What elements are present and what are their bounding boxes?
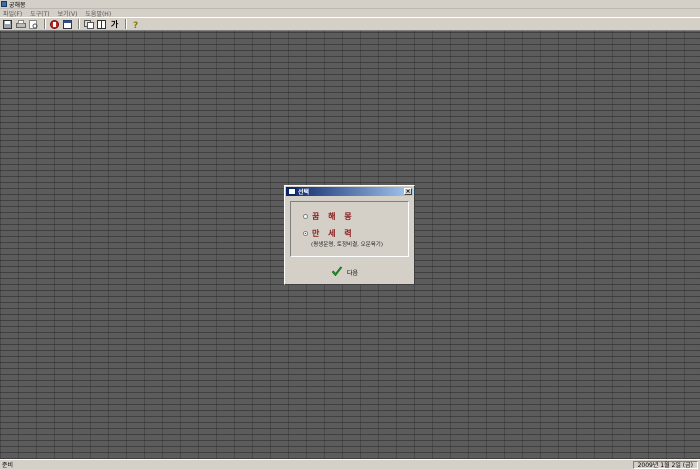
save-button[interactable] (2, 19, 13, 29)
stop-button[interactable] (49, 19, 60, 29)
window-title: 궁해몽 (9, 1, 26, 9)
next-label: 다음 (347, 269, 359, 277)
next-button[interactable]: 다음 (331, 266, 358, 278)
option-calendar-label: 만 세 력 (312, 229, 355, 238)
print-icon (15, 19, 26, 28)
preview-icon (29, 19, 38, 29)
select-dialog: 선택 × 꿈 해 몽 만 세 력 (평생운명, 토정비결, 오운육기) 다음 (284, 185, 415, 285)
font-button[interactable]: 가 (109, 19, 120, 29)
toolbar-separator (125, 19, 127, 29)
calendar-button[interactable] (62, 19, 73, 29)
help-button[interactable]: ? (130, 19, 141, 29)
checkmark-icon (331, 266, 343, 277)
menu-bar: 파일(F) 도구(T) 보기(V) 도움말(H) (0, 9, 700, 18)
dialog-icon (288, 188, 296, 195)
copy-icon (83, 19, 94, 29)
status-text: 준비 (2, 462, 14, 469)
toolbar-separator (44, 19, 46, 29)
dialog-title-bar: 선택 × (286, 187, 413, 196)
radio-dream-interpretation[interactable] (303, 214, 308, 219)
font-icon: 가 (110, 19, 119, 29)
option-calendar[interactable]: 만 세 력 (303, 228, 355, 239)
stop-icon (50, 19, 59, 29)
preview-button[interactable] (28, 19, 39, 29)
book-icon (97, 19, 106, 29)
save-icon (3, 19, 12, 29)
svg-text:?: ? (133, 21, 138, 29)
option-dream-interpretation[interactable]: 꿈 해 몽 (303, 211, 355, 222)
dialog-title: 선택 (298, 189, 310, 196)
toolbar-separator (78, 19, 80, 29)
option-calendar-description: (평생운명, 토정비결, 오운육기) (311, 242, 384, 248)
option-group: 꿈 해 몽 만 세 력 (평생운명, 토정비결, 오운육기) (290, 201, 409, 257)
toolbar: 가 ? (0, 17, 700, 31)
app-icon (1, 1, 7, 7)
calendar-icon (63, 19, 72, 29)
status-bar: 준비 2009년 1월 2일 (금) (0, 459, 700, 469)
print-button[interactable] (15, 19, 26, 29)
book-button[interactable] (96, 19, 107, 29)
help-icon: ? (133, 21, 138, 29)
radio-calendar[interactable] (303, 231, 308, 236)
status-date: 2009년 1월 2일 (금) (632, 460, 698, 469)
option-dream-label: 꿈 해 몽 (312, 212, 355, 221)
close-button[interactable]: × (404, 188, 412, 195)
copy-button[interactable] (83, 19, 94, 29)
